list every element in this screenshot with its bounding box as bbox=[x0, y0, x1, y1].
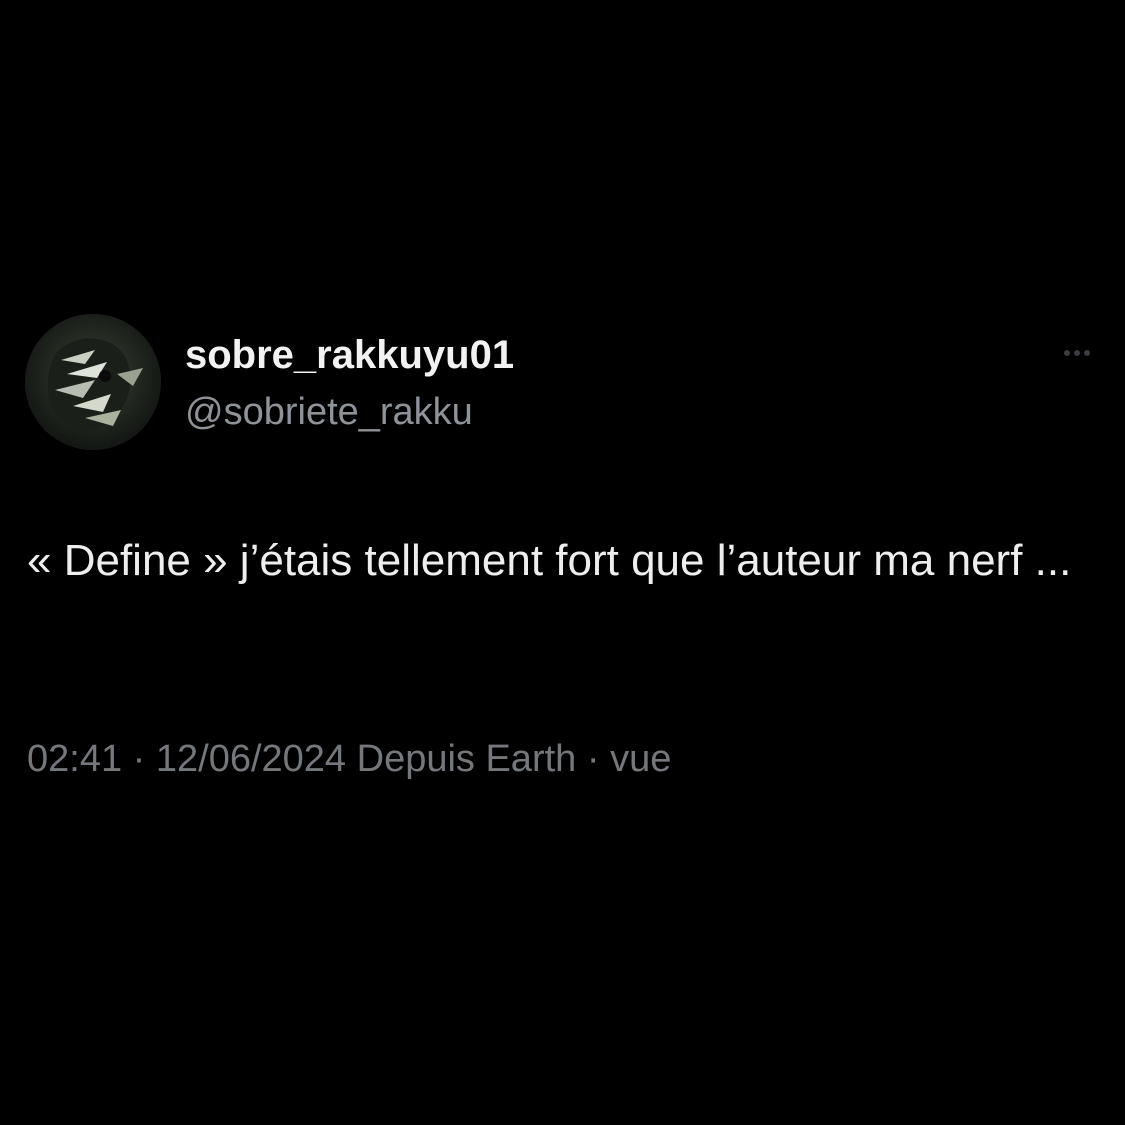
tweet-source: Depuis Earth bbox=[346, 738, 577, 780]
tweet-views[interactable]: vue bbox=[610, 738, 671, 780]
more-horizontal-icon bbox=[1074, 350, 1080, 356]
meta-separator: · bbox=[576, 738, 611, 780]
tweet-time[interactable]: 02:41 bbox=[27, 738, 122, 780]
more-horizontal-icon bbox=[1084, 350, 1090, 356]
tweet-text: « Define » j’étais tellement fort que l’… bbox=[27, 536, 1072, 585]
avatar[interactable] bbox=[25, 314, 161, 450]
tweet-meta: 02:41 · 12/06/2024 Depuis Earth · vue bbox=[27, 733, 671, 785]
meta-separator: · bbox=[122, 738, 156, 780]
tweet-date[interactable]: 12/06/2024 bbox=[156, 738, 346, 780]
more-options-button[interactable] bbox=[1054, 340, 1100, 366]
tweet-card: sobre_rakkuyu01 @sobriete_rakku « Define… bbox=[0, 0, 1125, 1125]
user-handle[interactable]: @sobriete_rakku bbox=[185, 390, 473, 434]
more-horizontal-icon bbox=[1064, 350, 1070, 356]
display-name[interactable]: sobre_rakkuyu01 bbox=[185, 333, 514, 377]
avatar-image bbox=[25, 314, 161, 450]
